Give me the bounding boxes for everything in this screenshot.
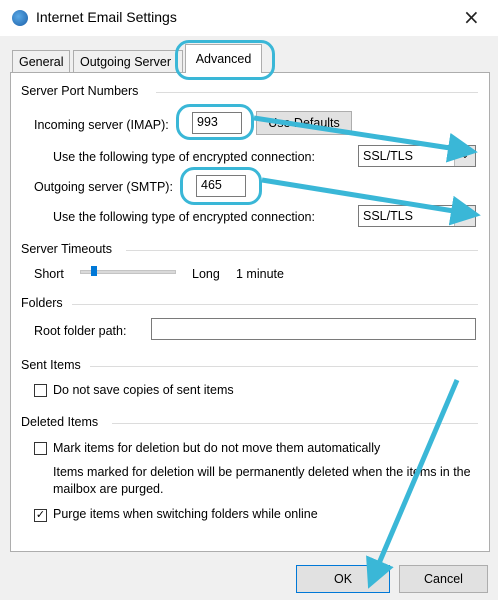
tab-advanced[interactable]: Advanced bbox=[185, 44, 262, 73]
annotation-arrows bbox=[253, 115, 481, 589]
arrow-to-incoming-encryption bbox=[253, 115, 478, 163]
arrow-to-ok-button bbox=[366, 379, 460, 589]
arrow-to-outgoing-encryption bbox=[261, 177, 481, 226]
